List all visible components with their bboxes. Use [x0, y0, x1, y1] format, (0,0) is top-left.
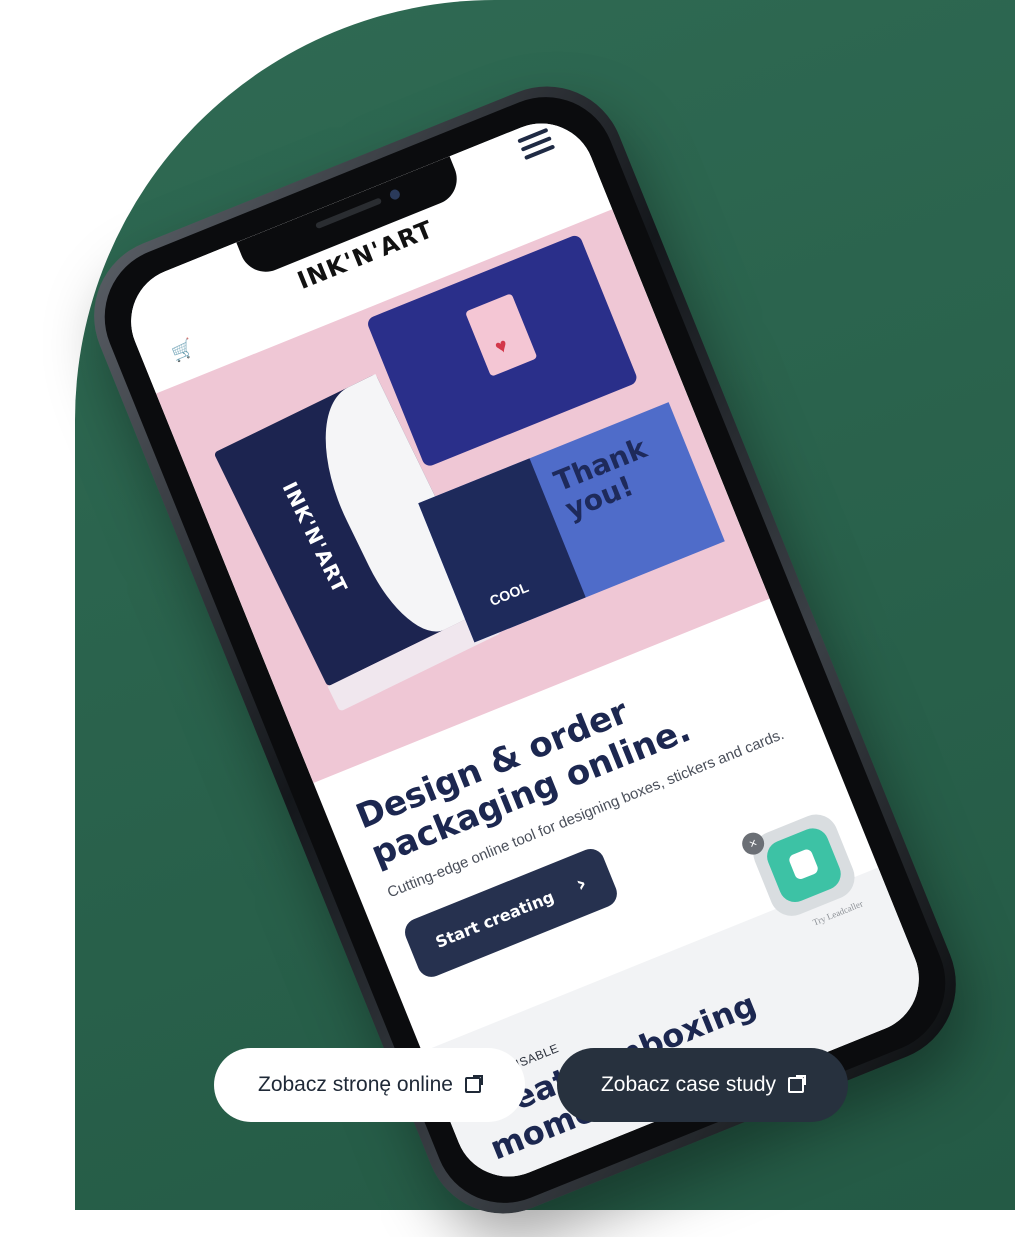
- heart-icon: ♥: [491, 334, 512, 360]
- start-creating-label: Start creating: [432, 887, 557, 952]
- external-link-icon: [788, 1075, 807, 1093]
- speaker-grille: [314, 197, 383, 230]
- card-text: Thank you!: [549, 431, 652, 526]
- external-link-icon: [464, 1075, 483, 1093]
- view-case-study-button[interactable]: Zobacz case study: [556, 1048, 849, 1122]
- chevron-right-icon: ›: [572, 871, 591, 898]
- camera-icon: [388, 188, 402, 202]
- call-button[interactable]: [762, 823, 846, 907]
- action-buttons: Zobacz stronę online Zobacz case study: [214, 1048, 849, 1122]
- hamburger-menu-icon[interactable]: [517, 127, 556, 161]
- phone-icon: [787, 847, 820, 881]
- parcel-sticker: ♥: [464, 293, 538, 377]
- view-case-study-label: Zobacz case study: [600, 1073, 777, 1096]
- view-online-label: Zobacz stronę online: [258, 1073, 453, 1096]
- view-online-button[interactable]: Zobacz stronę online: [214, 1048, 525, 1122]
